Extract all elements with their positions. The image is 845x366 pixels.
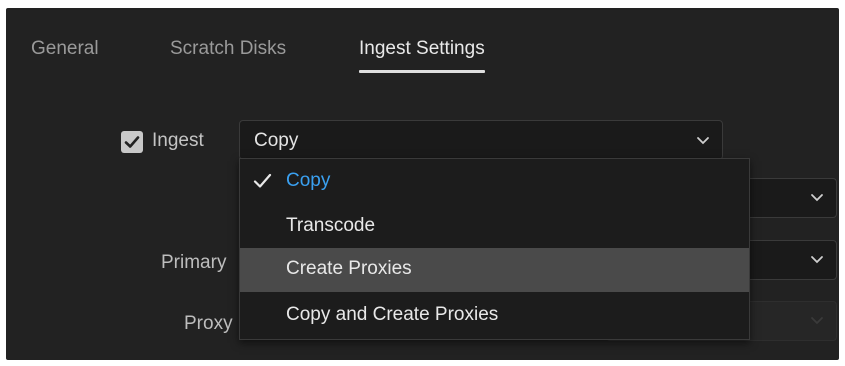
ingest-checkbox[interactable] [121, 131, 143, 153]
tab-ingest-settings[interactable]: Ingest Settings [359, 38, 485, 73]
checkmark-icon [253, 173, 272, 188]
tab-bar: General Scratch Disks Ingest Settings [6, 8, 839, 88]
active-tab-underline [359, 70, 485, 73]
chevron-down-icon [697, 137, 709, 145]
ingest-preset-select[interactable]: Copy [239, 120, 723, 160]
menu-item-transcode[interactable]: Transcode [240, 205, 749, 249]
chevron-down-icon [811, 256, 823, 264]
checkmark-icon [124, 136, 140, 148]
ingest-preset-value: Copy [254, 130, 299, 151]
ingest-dropdown-menu: Copy Transcode Create Proxies Copy and C… [239, 158, 750, 340]
chevron-down-icon [811, 194, 823, 202]
proxy-label: Proxy [184, 313, 233, 334]
menu-item-label: Copy [286, 170, 331, 191]
tab-ingest-settings-label: Ingest Settings [359, 38, 485, 59]
ingest-label: Ingest [152, 130, 204, 151]
menu-item-create-proxies[interactable]: Create Proxies [240, 248, 749, 292]
primary-label: Primary [161, 252, 227, 273]
menu-item-copy-and-create-proxies[interactable]: Copy and Create Proxies [240, 294, 749, 338]
menu-item-label: Create Proxies [286, 258, 412, 279]
tab-general[interactable]: General [31, 38, 99, 60]
menu-item-label: Transcode [286, 215, 376, 236]
preferences-panel: General Scratch Disks Ingest Settings In… [6, 8, 839, 360]
menu-item-copy[interactable]: Copy [240, 160, 749, 204]
menu-item-label: Copy and Create Proxies [286, 304, 499, 325]
chevron-down-icon [811, 317, 823, 325]
tab-scratch-disks[interactable]: Scratch Disks [170, 38, 286, 60]
